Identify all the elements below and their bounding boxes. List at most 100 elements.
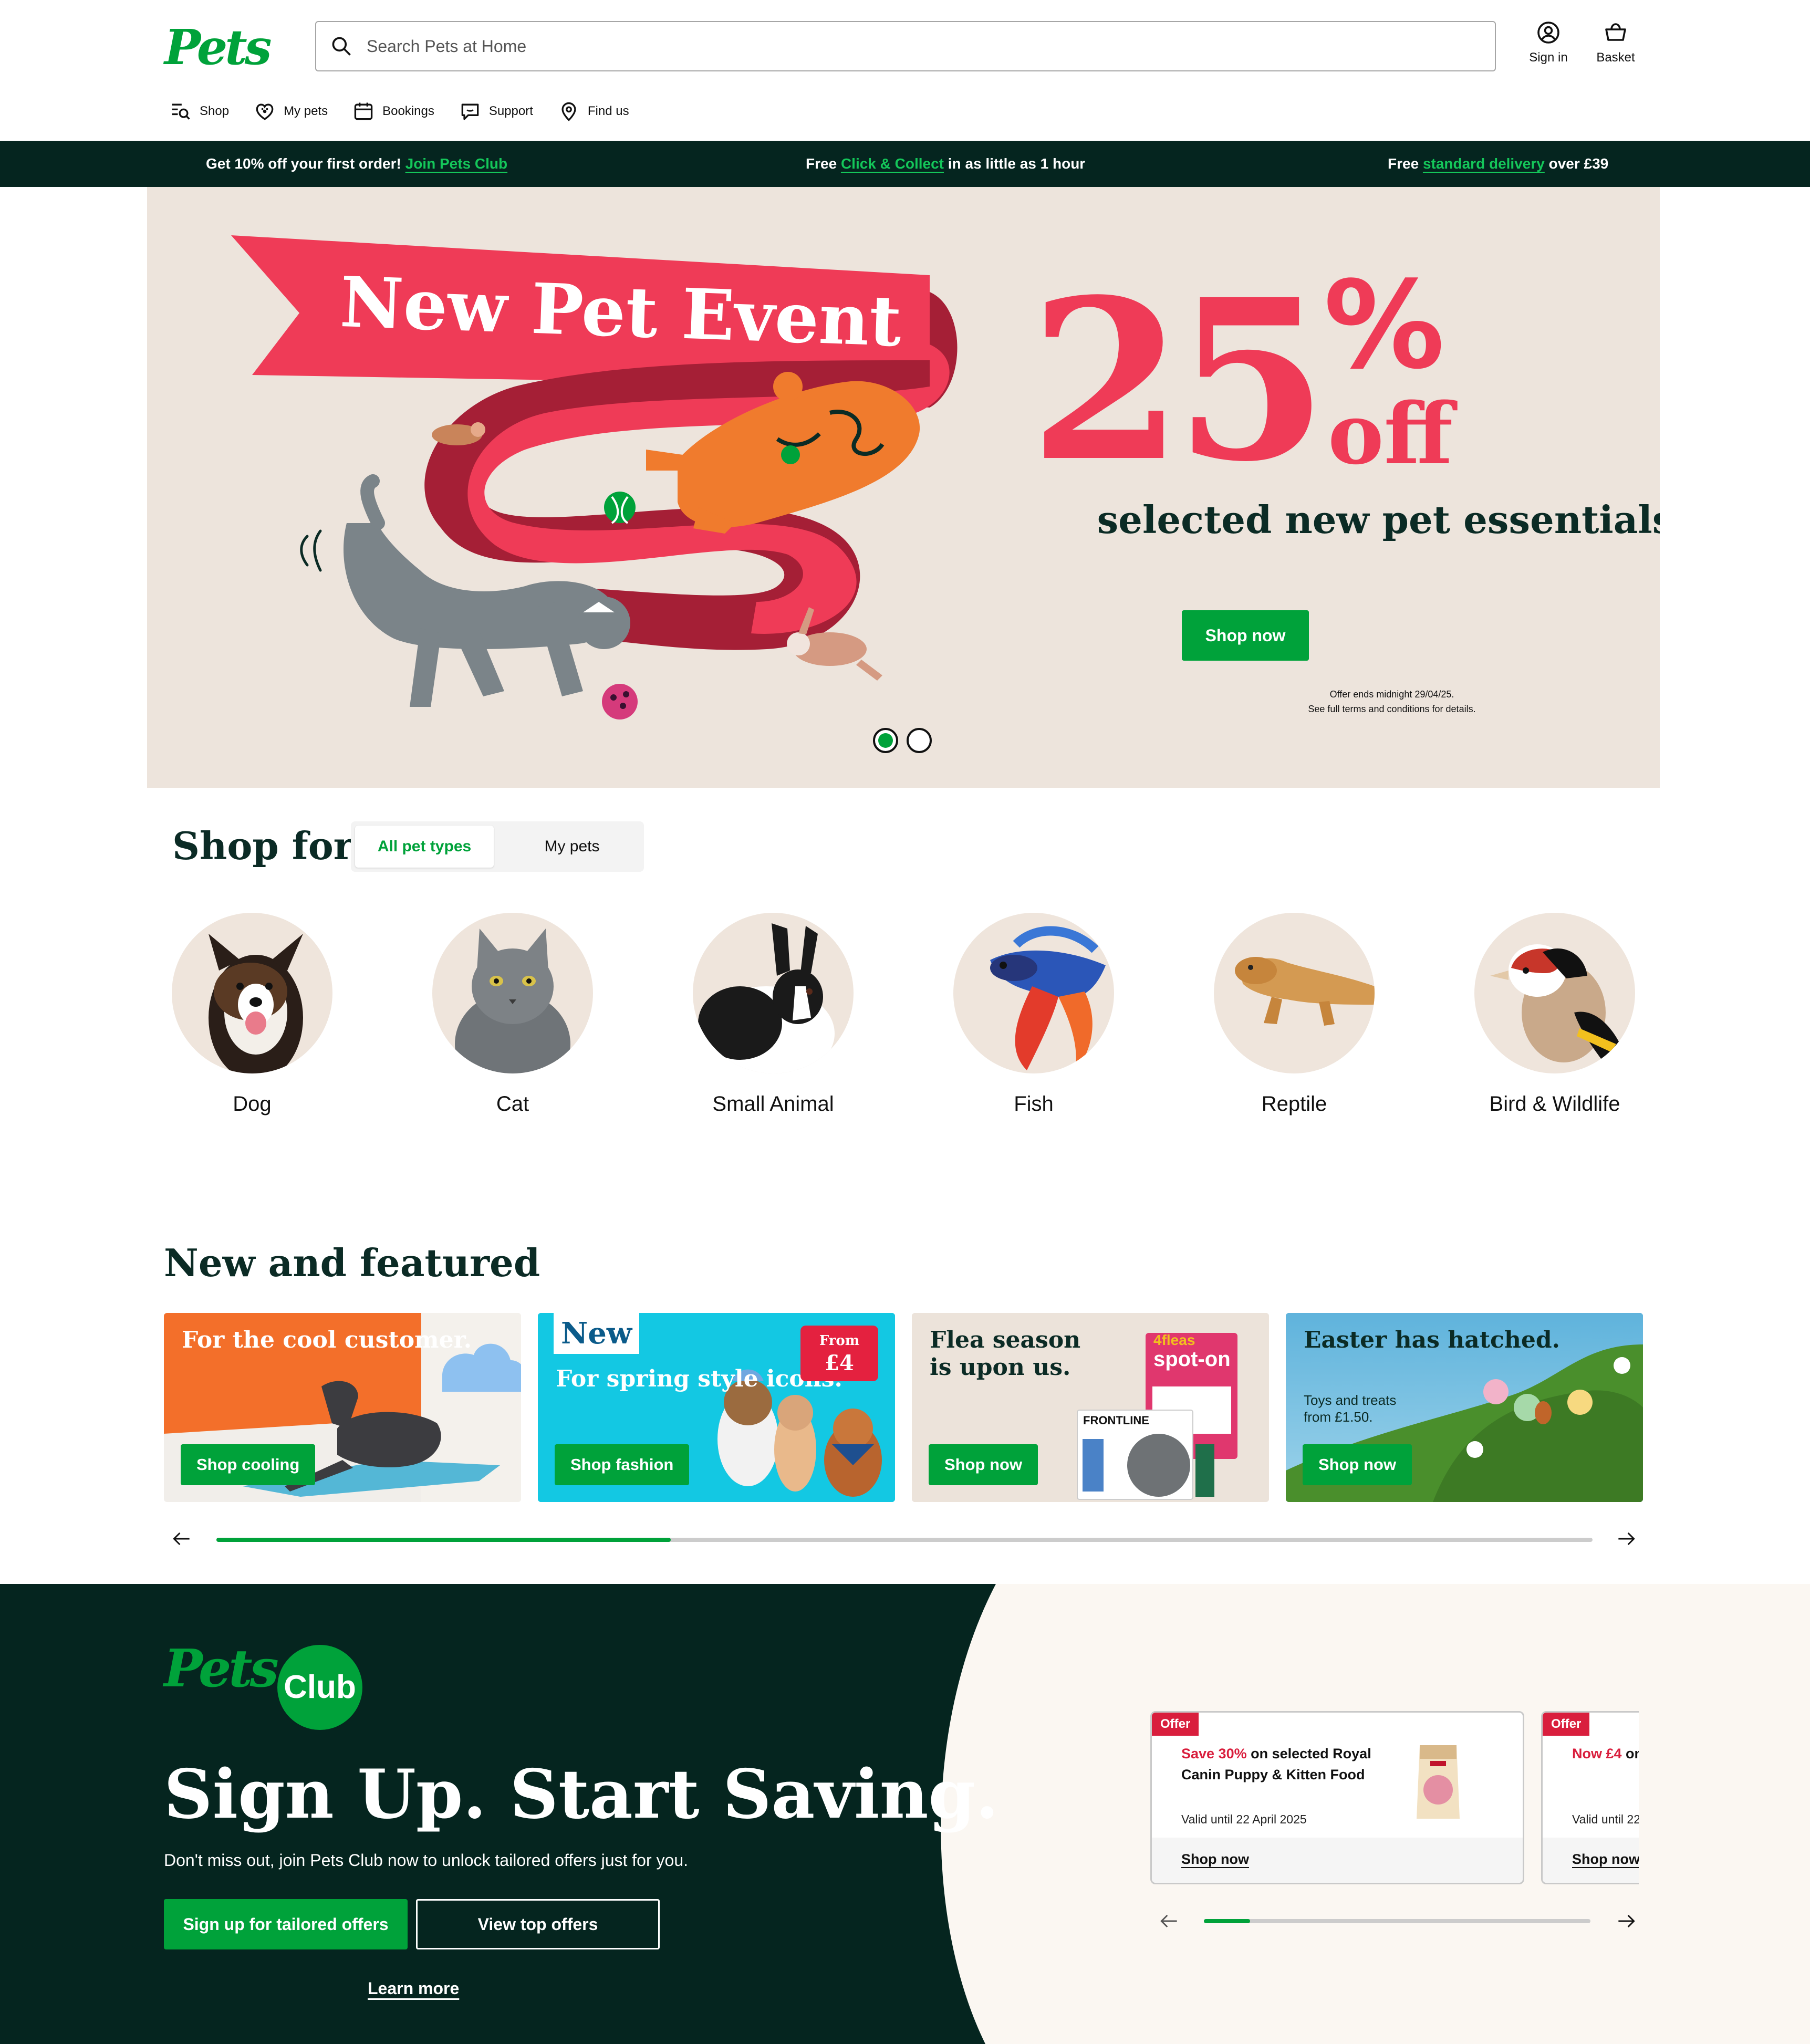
account-icon: [1537, 22, 1559, 44]
shop-easter-button[interactable]: Shop now: [1303, 1444, 1412, 1485]
shop-flea-button[interactable]: Shop now: [929, 1444, 1038, 1485]
offers-prev-arrow-icon[interactable]: [1158, 1910, 1181, 1933]
location-pin-icon: [561, 102, 576, 121]
sign-in-button[interactable]: Sign in: [1517, 20, 1580, 65]
search-icon: [332, 37, 351, 56]
sign-up-offers-button[interactable]: Sign up for tailored offers: [164, 1899, 408, 1949]
standard-delivery-link[interactable]: standard delivery: [1423, 155, 1545, 172]
pet-fish[interactable]: Fish: [950, 913, 1118, 1116]
hero-terms-line1: Offer ends midnight 29/04/25.: [1329, 689, 1454, 700]
carousel-dot-1[interactable]: [873, 728, 898, 753]
hero-shop-now-button[interactable]: Shop now: [1182, 610, 1309, 661]
pet-reptile-label: Reptile: [1261, 1092, 1327, 1115]
calendar-icon: [354, 102, 373, 120]
sign-in-label: Sign in: [1529, 50, 1568, 65]
hero-off: off: [1328, 384, 1453, 483]
view-top-offers-button[interactable]: View top offers: [416, 1899, 660, 1949]
heart-paw-icon: [256, 103, 274, 120]
shop-for-tabs: All pet types My pets: [351, 821, 644, 872]
pet-dog[interactable]: Dog: [168, 913, 336, 1116]
card-flea[interactable]: 4fleas spot-on FRONTLINE Flea season is …: [912, 1313, 1269, 1502]
learn-more-link[interactable]: Learn more: [368, 1979, 459, 1998]
featured-scrollbar[interactable]: [216, 1538, 1593, 1542]
pet-dog-label: Dog: [233, 1092, 272, 1115]
pets-logo[interactable]: Pets: [164, 23, 272, 71]
card-cooling-title: For the cool customer.: [182, 1327, 472, 1353]
fish-image: [953, 913, 1114, 1073]
offer-tag: Offer: [1152, 1713, 1199, 1736]
new-badge: New: [554, 1313, 640, 1354]
hero-discount-number: 25: [1029, 252, 1328, 510]
nav-find-us-label: Find us: [587, 104, 629, 118]
pet-cat[interactable]: Cat: [429, 913, 597, 1116]
promo-bar: Get 10% off your first order! Join Pets …: [0, 141, 1810, 187]
basket-label: Basket: [1596, 50, 1635, 65]
offers-scrollbar[interactable]: [1204, 1919, 1590, 1923]
pet-reptile[interactable]: Reptile: [1210, 913, 1378, 1116]
tab-all-pet-types[interactable]: All pet types: [355, 826, 494, 868]
promo-1-text: Get 10% off your first order!: [206, 155, 401, 172]
nav-bookings[interactable]: Bookings: [352, 100, 434, 123]
offer-shop-now-link[interactable]: Shop now: [1181, 1851, 1249, 1868]
join-pets-club-link[interactable]: Join Pets Club: [405, 155, 507, 172]
flea-product-top-label: 4fleas: [1153, 1332, 1195, 1348]
offer-description: on Cat food: [1626, 1746, 1639, 1761]
main-nav: Shop My pets Bookings Support Find us: [169, 98, 653, 125]
nav-find-us[interactable]: Find us: [557, 100, 629, 123]
offer-text: Now £4 on Cat food: [1572, 1743, 1639, 1764]
offers-next-arrow-icon[interactable]: [1615, 1910, 1638, 1933]
basket-icon: [1605, 23, 1626, 41]
club-subtitle: Don't miss out, join Pets Club now to un…: [164, 1851, 688, 1870]
promo-2-pre: Free: [806, 155, 837, 172]
pets-club-logo: Pets Club: [164, 1643, 362, 1730]
offer-text: Save 30% on selected Royal Canin Puppy &…: [1181, 1743, 1391, 1785]
price-from-label: From: [819, 1333, 860, 1349]
offer-card[interactable]: Offer Save 30% on selected Royal Canin P…: [1150, 1711, 1524, 1884]
pet-bird-wildlife-label: Bird & Wildlife: [1489, 1092, 1620, 1115]
promo-delivery: Free standard delivery over £39: [1388, 141, 1608, 187]
pet-bird-wildlife[interactable]: Bird & Wildlife: [1471, 913, 1639, 1116]
search-bar[interactable]: [315, 21, 1496, 71]
shop-fashion-button[interactable]: Shop fashion: [555, 1444, 690, 1485]
nav-shop[interactable]: Shop: [169, 100, 229, 123]
offer-shop-now-link[interactable]: Shop now: [1572, 1851, 1639, 1868]
chat-icon: [461, 103, 479, 120]
featured-scroll-progress: [216, 1538, 671, 1542]
site-header: Pets Sign in Basket Shop My pets Booking…: [0, 0, 1810, 141]
royal-canin-bag-image: [1417, 1745, 1460, 1819]
basket-button[interactable]: Basket: [1584, 20, 1647, 65]
offers-carousel: Offer Save 30% on selected Royal Canin P…: [1150, 1584, 1639, 2044]
goldfinch-image: [1474, 913, 1635, 1073]
pets-club-section: Pets Club Sign Up. Start Saving. Don't m…: [0, 1584, 1810, 2044]
carousel-dot-2[interactable]: [907, 728, 932, 753]
shop-cooling-button[interactable]: Shop cooling: [181, 1444, 316, 1485]
search-input[interactable]: [367, 36, 1365, 56]
card-cooling[interactable]: For the cool customer. Shop cooling: [164, 1313, 521, 1502]
pet-small-animal[interactable]: Small Animal: [689, 913, 857, 1116]
card-fashion[interactable]: New For spring style icons. From £4 Shop…: [538, 1313, 895, 1502]
card-fashion-title: For spring style icons.: [556, 1365, 842, 1392]
promo-join-club: Get 10% off your first order! Join Pets …: [206, 141, 507, 187]
price-badge: From £4: [800, 1326, 878, 1381]
nav-my-pets[interactable]: My pets: [253, 100, 328, 123]
offer-tag: Offer: [1543, 1713, 1590, 1736]
card-easter[interactable]: Easter has hatched. Toys and treats from…: [1286, 1313, 1643, 1502]
promo-3-post: over £39: [1548, 155, 1609, 172]
click-collect-link[interactable]: Click & Collect: [841, 155, 944, 172]
nav-support[interactable]: Support: [459, 100, 533, 123]
offer-highlight: Now £4: [1572, 1746, 1622, 1761]
hero-percent: %: [1324, 256, 1445, 396]
offer-card[interactable]: Offer Now £4 on Cat food Valid until 22 …: [1541, 1711, 1639, 1884]
offers-scroll-progress: [1204, 1919, 1251, 1923]
dog-image: [172, 913, 332, 1073]
tab-my-pets[interactable]: My pets: [506, 826, 638, 868]
hero-subtitle: selected new pet essentials.: [1097, 497, 1660, 542]
nav-my-pets-label: My pets: [284, 104, 328, 118]
promo-2-post: in as little as 1 hour: [948, 155, 1086, 172]
featured-prev-arrow-icon[interactable]: [170, 1527, 193, 1550]
hero-terms-line2: See full terms and conditions for detail…: [1308, 704, 1476, 714]
frontline-label: FRONTLINE: [1083, 1414, 1149, 1427]
price-value: £4: [825, 1351, 854, 1375]
featured-next-arrow-icon[interactable]: [1615, 1527, 1638, 1550]
hero-carousel[interactable]: New Pet Event 25 % off selected new pet …: [147, 187, 1660, 788]
